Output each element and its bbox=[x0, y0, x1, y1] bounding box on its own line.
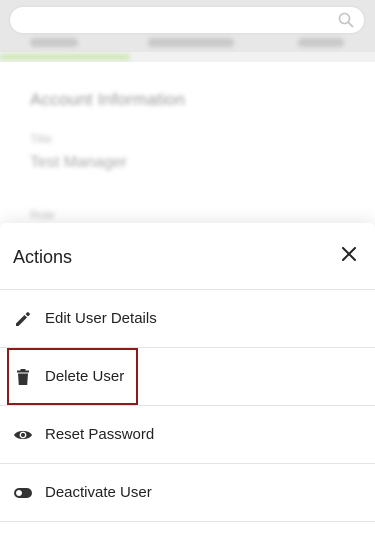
menu-item-label: Edit User Details bbox=[45, 310, 157, 327]
close-icon bbox=[342, 246, 356, 266]
tab-2 bbox=[148, 38, 234, 47]
search-icon bbox=[338, 12, 354, 28]
reset-password-button[interactable]: Reset Password bbox=[0, 406, 375, 464]
actions-sheet: Actions Edit User Details Delete User Re… bbox=[0, 223, 375, 535]
sheet-header: Actions bbox=[0, 223, 375, 290]
deactivate-user-button[interactable]: Deactivate User bbox=[0, 464, 375, 522]
field-value: Test Manager bbox=[30, 154, 127, 171]
tab-3 bbox=[298, 38, 344, 47]
field-label-2: Role bbox=[30, 208, 55, 222]
sheet-title: Actions bbox=[13, 247, 73, 267]
pencil-icon bbox=[13, 310, 33, 328]
app-screen: Account Information Title Test Manager R… bbox=[0, 0, 375, 535]
edit-user-details-button[interactable]: Edit User Details bbox=[0, 290, 375, 348]
search-input[interactable] bbox=[10, 7, 364, 33]
card-title: Account Information bbox=[30, 90, 185, 109]
active-tab-indicator bbox=[0, 54, 130, 60]
delete-user-button[interactable]: Delete User bbox=[0, 348, 375, 406]
tab-1 bbox=[30, 38, 78, 47]
close-button[interactable] bbox=[338, 245, 360, 267]
menu-item-label: Delete User bbox=[45, 368, 125, 385]
eye-icon bbox=[13, 426, 33, 444]
toggle-icon bbox=[13, 484, 33, 502]
tab-bar bbox=[0, 34, 375, 60]
menu-item-label: Reset Password bbox=[45, 426, 155, 443]
menu-item-label: Deactivate User bbox=[45, 484, 152, 501]
field-label: Title bbox=[30, 132, 53, 146]
trash-icon bbox=[13, 368, 33, 386]
